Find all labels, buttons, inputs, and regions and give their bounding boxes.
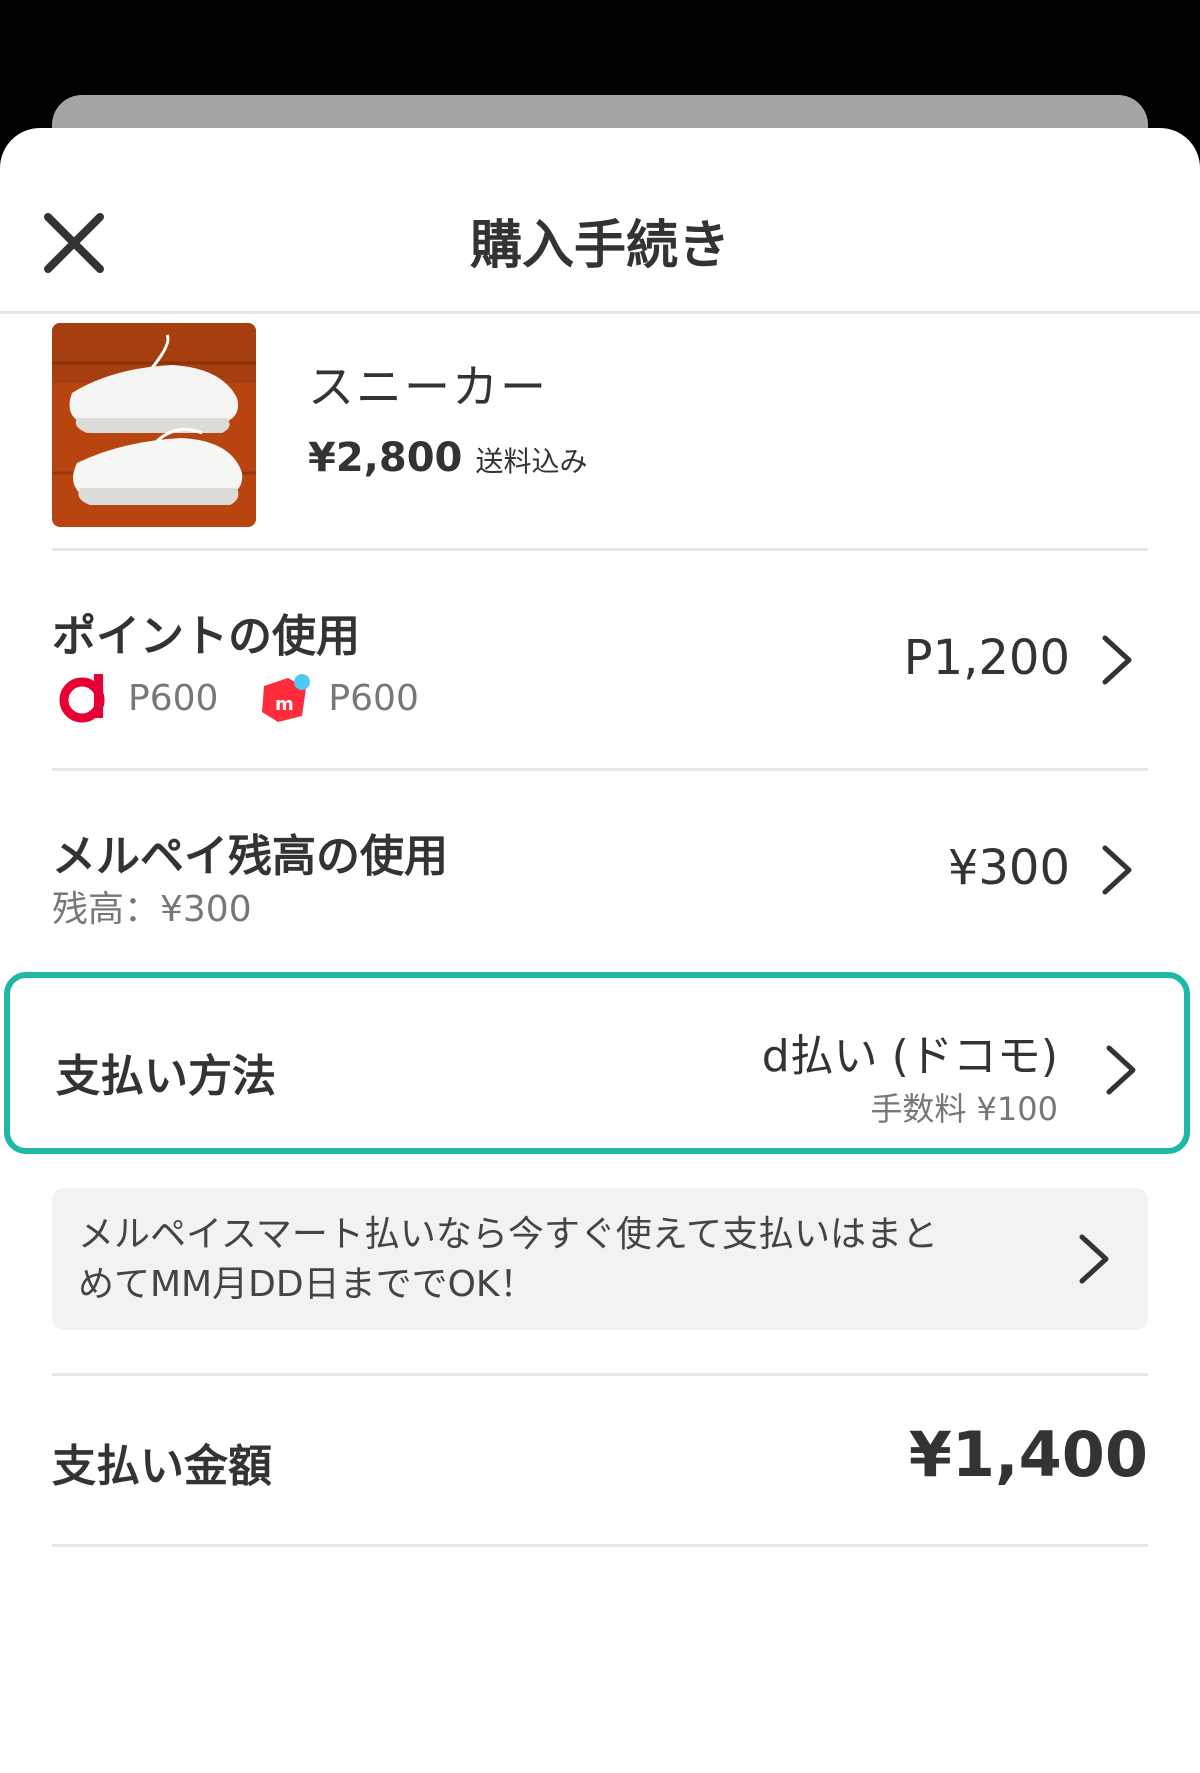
promo-text: メルペイスマート払いなら今すぐ使えて支払いはまとめてMM月DD日まででOK！ bbox=[78, 1214, 939, 1305]
payment-method-fee: 手数料 ¥100 bbox=[870, 1090, 1058, 1128]
total-title: 支払い金額 bbox=[52, 1441, 272, 1492]
svg-text:m: m bbox=[275, 694, 294, 715]
points-breakdown: P600 m P600 bbox=[58, 668, 459, 728]
chevron-right-icon bbox=[1102, 845, 1132, 895]
divider bbox=[52, 1373, 1148, 1376]
mercari-point-icon: m bbox=[262, 674, 311, 722]
chevron-right-icon bbox=[1102, 635, 1132, 685]
close-button[interactable] bbox=[42, 211, 112, 281]
d-points-value: P600 bbox=[128, 677, 219, 719]
d-point-icon bbox=[59, 674, 105, 723]
total-value: ¥1,400 bbox=[908, 1418, 1148, 1491]
page-title: 購入手続き bbox=[469, 216, 730, 276]
shipping-note: 送料込み bbox=[475, 445, 588, 478]
header: 購入手続き bbox=[0, 128, 1200, 314]
payment-method-row[interactable]: 支払い方法 d払い (ドコモ) 手数料 ¥100 bbox=[4, 972, 1190, 1154]
chevron-right-icon bbox=[1079, 1234, 1109, 1284]
merpay-smart-promo[interactable]: メルペイスマート払いなら今すぐ使えて支払いはまとめてMM月DD日まででOK！ bbox=[52, 1188, 1148, 1330]
points-value: P1,200 bbox=[903, 630, 1070, 686]
payment-method-value: d払い (ドコモ) bbox=[761, 1031, 1058, 1082]
product-name: スニーカー bbox=[308, 360, 548, 414]
product-summary: スニーカー ¥2,800 送料込み bbox=[52, 323, 1148, 527]
divider bbox=[52, 1544, 1148, 1547]
mercari-points-value: P600 bbox=[328, 677, 419, 719]
product-price-row: ¥2,800 送料込み bbox=[308, 435, 587, 481]
chevron-right-icon bbox=[1106, 1045, 1136, 1095]
purchase-sheet: 購入手続き スニーカー ¥2,800 送料込み ポイントの使用 P600 m P… bbox=[0, 128, 1200, 1773]
merpay-balance-sub: 残高：¥300 bbox=[52, 889, 252, 930]
merpay-balance-title: メルペイ残高の使用 bbox=[52, 831, 448, 882]
product-price: ¥2,800 bbox=[308, 435, 463, 481]
close-icon bbox=[44, 213, 104, 273]
merpay-balance-value: ¥300 bbox=[947, 840, 1070, 896]
payment-method-title: 支払い方法 bbox=[56, 1051, 276, 1102]
product-image bbox=[52, 323, 256, 527]
points-title: ポイントの使用 bbox=[52, 611, 360, 662]
